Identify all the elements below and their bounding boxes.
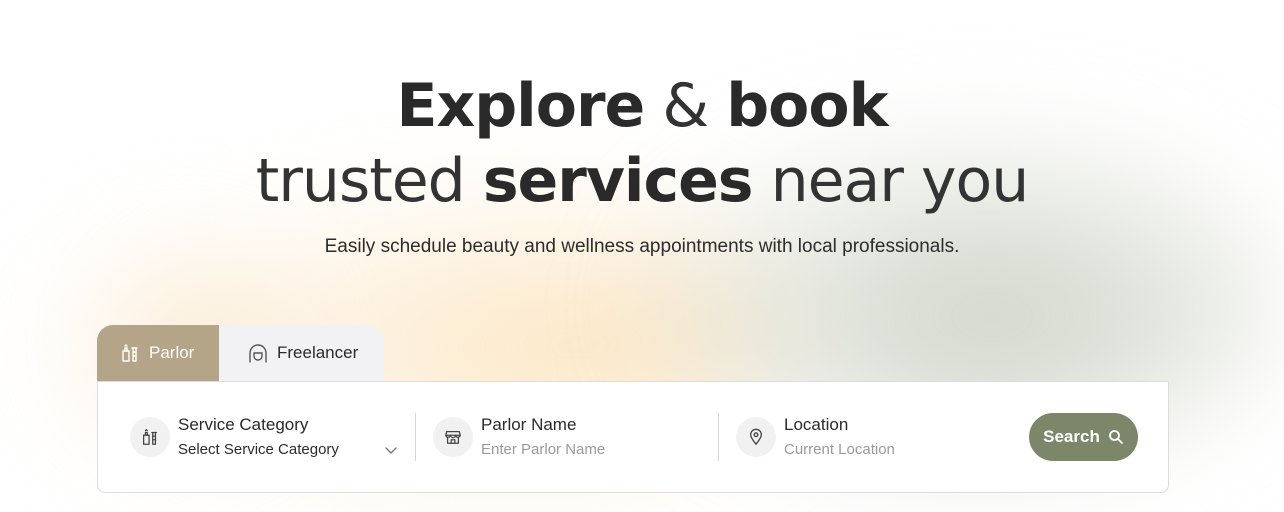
parlor-bottles-icon: [119, 342, 141, 364]
title-word-trusted: trusted: [255, 146, 466, 216]
location-field[interactable]: Location Current Location: [736, 382, 1006, 492]
hero-subtitle: Easily schedule beauty and wellness appo…: [324, 236, 960, 257]
search-card: Service Category Select Service Category…: [97, 381, 1169, 493]
title-word-explore: Explore: [396, 71, 646, 141]
search-button[interactable]: Search: [1029, 413, 1138, 461]
hero-title-line1: Explore & book: [0, 70, 1284, 142]
location-input[interactable]: Current Location: [784, 439, 895, 461]
tab-freelancer-label: Freelancer: [277, 343, 359, 362]
service-bottles-icon: [140, 427, 160, 447]
hero-title-line2: trusted services near you: [0, 145, 1284, 217]
chevron-down-icon[interactable]: [384, 442, 398, 454]
tab-parlor-label: Parlor: [149, 343, 195, 362]
parlor-icon-circle: [433, 417, 473, 457]
service-category-select[interactable]: Select Service Category: [178, 439, 339, 461]
field-divider: [718, 413, 719, 461]
storefront-icon: [444, 428, 462, 446]
title-word-near-you: near you: [770, 146, 1030, 216]
search-button-label: Search: [1043, 427, 1100, 446]
field-divider: [415, 413, 416, 461]
parlor-name-field[interactable]: Parlor Name Enter Parlor Name: [433, 382, 703, 492]
service-category-field[interactable]: Service Category Select Service Category: [130, 382, 400, 492]
service-icon-circle: [130, 417, 170, 457]
location-icon-circle: [736, 417, 776, 457]
parlor-name-label: Parlor Name: [481, 414, 577, 434]
location-label: Location: [784, 414, 849, 434]
service-category-label: Service Category: [178, 414, 309, 434]
freelancer-person-icon: [247, 342, 269, 364]
search-type-tabs: Parlor Freelancer: [97, 325, 384, 381]
location-pin-icon: [747, 428, 765, 446]
tab-parlor[interactable]: Parlor: [97, 325, 219, 381]
title-word-book: book: [726, 71, 888, 141]
search-icon: [1108, 429, 1124, 445]
parlor-name-input[interactable]: Enter Parlor Name: [481, 439, 605, 461]
title-ampersand: &: [662, 71, 709, 141]
tab-freelancer[interactable]: Freelancer: [219, 325, 384, 381]
title-word-services: services: [482, 146, 754, 216]
